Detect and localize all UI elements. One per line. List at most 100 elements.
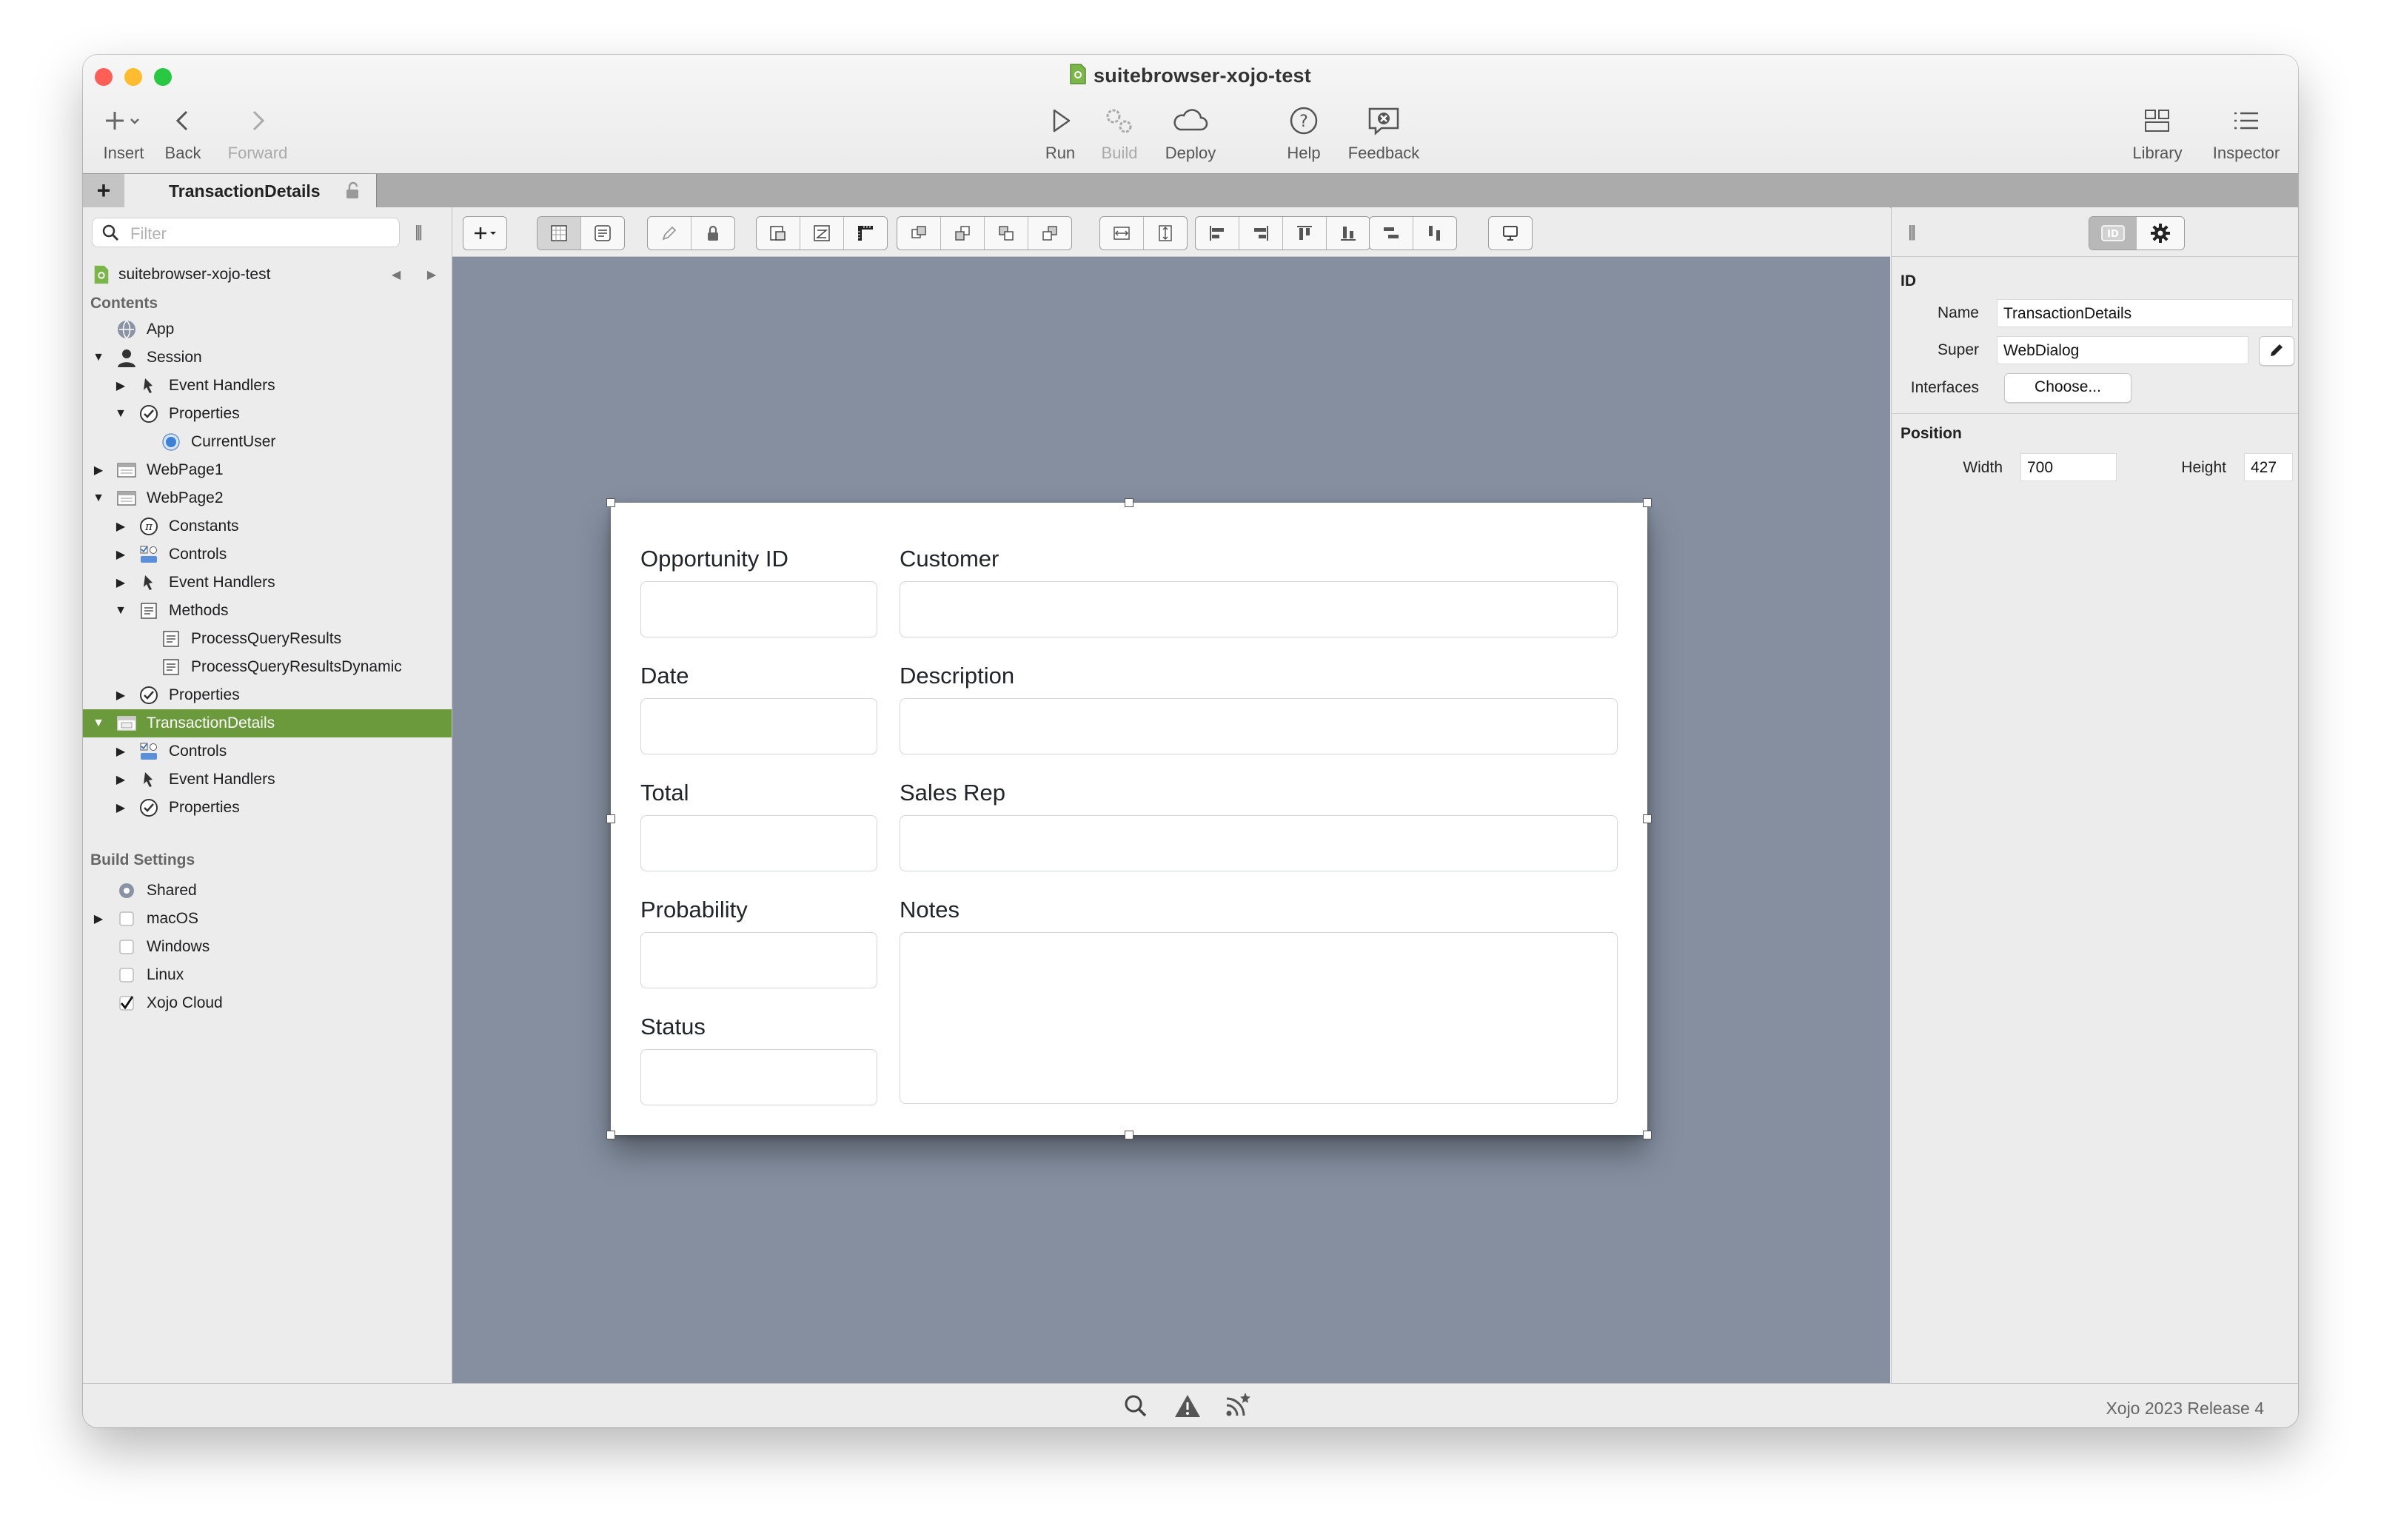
disclosure-open-icon[interactable]: ▼ xyxy=(114,604,127,617)
webdialog-preview[interactable]: Opportunity ID Date Total Probability St… xyxy=(606,498,1652,1139)
nav-build-windows[interactable]: Windows xyxy=(83,933,452,961)
edit-super-button[interactable] xyxy=(2259,336,2294,366)
name-field[interactable]: TransactionDetails xyxy=(1997,299,2293,327)
help-button[interactable]: ? Help xyxy=(1263,101,1344,163)
forward-button[interactable]: Forward xyxy=(217,101,298,163)
disclosure-closed-icon[interactable]: ▶ xyxy=(114,548,127,561)
disclosure-closed-icon[interactable]: ▶ xyxy=(114,773,127,786)
disclosure-closed-icon[interactable]: ▶ xyxy=(114,689,127,702)
nav-back-arrow-icon[interactable]: ◀ xyxy=(389,268,403,281)
layout-view-button[interactable] xyxy=(538,217,581,250)
description-field[interactable] xyxy=(900,698,1618,754)
sales-rep-field[interactable] xyxy=(900,815,1618,871)
height-field[interactable]: 427 xyxy=(2244,453,2293,481)
filter-field[interactable]: Filter xyxy=(92,218,400,247)
deploy-button[interactable]: Deploy xyxy=(1150,101,1231,163)
nav-item-webpage2-properties[interactable]: ▶ Properties xyxy=(83,681,452,709)
messages-feed-icon[interactable] xyxy=(1223,1391,1253,1423)
super-field[interactable]: WebDialog xyxy=(1997,336,2248,364)
notes-textarea[interactable] xyxy=(900,932,1618,1104)
disclosure-open-icon[interactable]: ▼ xyxy=(92,492,105,505)
nav-item-methods[interactable]: ▼ Methods xyxy=(83,597,452,625)
search-icon[interactable] xyxy=(1122,1393,1149,1423)
align-left-button[interactable] xyxy=(1196,217,1239,250)
nav-forward-arrow-icon[interactable]: ▶ xyxy=(425,268,438,281)
align-right-button[interactable] xyxy=(1239,217,1283,250)
space-vertical-button[interactable] xyxy=(1144,217,1187,250)
resize-handle-top-right[interactable] xyxy=(1643,498,1652,507)
probability-field[interactable] xyxy=(640,932,877,988)
send-back-button[interactable] xyxy=(1028,217,1071,250)
nav-item-webpage2-event-handlers[interactable]: ▶ Event Handlers xyxy=(83,569,452,597)
nav-item-constants[interactable]: ▶ π Constants xyxy=(83,512,452,540)
resize-handle-bottom-right[interactable] xyxy=(1643,1131,1652,1139)
library-button[interactable]: Library xyxy=(2117,101,2198,163)
tab-order-button[interactable] xyxy=(800,217,844,250)
tab-transactiondetails[interactable]: TransactionDetails xyxy=(124,174,377,208)
unchecked-checkbox-icon[interactable] xyxy=(115,964,138,986)
resize-handle-top[interactable] xyxy=(1125,498,1133,507)
nav-build-shared[interactable]: Shared xyxy=(83,877,452,905)
align-top-button[interactable] xyxy=(1283,217,1327,250)
nav-item-currentuser[interactable]: CurrentUser xyxy=(83,428,452,456)
resize-handle-left[interactable] xyxy=(606,814,615,823)
id-tab-button[interactable]: ID xyxy=(2089,217,2137,250)
device-preview-button[interactable] xyxy=(1489,217,1532,250)
width-field[interactable]: 700 xyxy=(2020,453,2117,481)
unchecked-checkbox-icon[interactable] xyxy=(115,936,138,958)
nav-item-webpage2-controls[interactable]: ▶ Controls xyxy=(83,540,452,569)
disclosure-closed-icon[interactable]: ▶ xyxy=(114,576,127,589)
nav-item-session-event-handlers[interactable]: ▶ Event Handlers xyxy=(83,372,452,400)
date-field[interactable] xyxy=(640,698,877,754)
embed-container-button[interactable] xyxy=(757,217,800,250)
disclosure-closed-icon[interactable]: ▶ xyxy=(92,463,105,477)
add-tab-button[interactable]: + xyxy=(83,174,125,208)
center-vertical-button[interactable] xyxy=(1413,217,1456,250)
disclosure-closed-icon[interactable]: ▶ xyxy=(114,745,127,758)
gear-tab-button[interactable] xyxy=(2137,217,2184,250)
customer-field[interactable] xyxy=(900,581,1618,637)
edit-pencil-button[interactable] xyxy=(648,217,691,250)
opportunity-id-field[interactable] xyxy=(640,581,877,637)
nav-item-session[interactable]: ▼ Session xyxy=(83,344,452,372)
status-field[interactable] xyxy=(640,1049,877,1105)
code-view-button[interactable] xyxy=(581,217,624,250)
layout-canvas[interactable]: Opportunity ID Date Total Probability St… xyxy=(452,257,1890,1383)
nav-item-transactiondetails-event-handlers[interactable]: ▶ Event Handlers xyxy=(83,766,452,794)
nav-item-transactiondetails[interactable]: ▼ TransactionDetails xyxy=(83,709,452,737)
resize-handle-bottom[interactable] xyxy=(1125,1131,1133,1139)
disclosure-closed-icon[interactable]: ▶ xyxy=(114,379,127,392)
resize-handle-top-left[interactable] xyxy=(606,498,615,507)
send-backward-button[interactable] xyxy=(985,217,1028,250)
choose-interfaces-button[interactable]: Choose... xyxy=(2004,373,2131,403)
nav-item-app[interactable]: App xyxy=(83,315,452,344)
disclosure-open-icon[interactable]: ▼ xyxy=(114,407,127,421)
bring-front-button[interactable] xyxy=(897,217,941,250)
nav-item-webpage1[interactable]: ▶ WebPage1 xyxy=(83,456,452,484)
nav-build-linux[interactable]: Linux xyxy=(83,961,452,989)
nav-item-webpage2[interactable]: ▼ WebPage2 xyxy=(83,484,452,512)
disclosure-open-icon[interactable]: ▼ xyxy=(92,351,105,364)
pane-grip-icon[interactable]: ||| xyxy=(1908,222,1916,241)
resize-handle-bottom-left[interactable] xyxy=(606,1131,615,1139)
feedback-button[interactable]: Feedback xyxy=(1343,101,1424,163)
nav-item-transactiondetails-controls[interactable]: ▶ Controls xyxy=(83,737,452,766)
disclosure-closed-icon[interactable]: ▶ xyxy=(92,912,105,925)
resize-handle-right[interactable] xyxy=(1643,814,1652,823)
nav-item-session-properties[interactable]: ▼ Properties xyxy=(83,400,452,428)
center-horizontal-button[interactable] xyxy=(1370,217,1413,250)
nav-item-transactiondetails-properties[interactable]: ▶ Properties xyxy=(83,794,452,822)
back-button[interactable]: Back xyxy=(142,101,224,163)
disclosure-closed-icon[interactable]: ▶ xyxy=(114,801,127,814)
align-bottom-button[interactable] xyxy=(1327,217,1370,250)
ruler-button[interactable] xyxy=(844,217,887,250)
pane-grip-icon[interactable]: ||| xyxy=(415,222,423,241)
nav-item-processqueryresults[interactable]: ProcessQueryResults xyxy=(83,625,452,653)
unchecked-checkbox-icon[interactable] xyxy=(115,908,138,930)
nav-build-macos[interactable]: ▶ macOS xyxy=(83,905,452,933)
build-button[interactable]: Build xyxy=(1079,101,1160,163)
lock-button[interactable] xyxy=(691,217,734,250)
nav-build-xojo-cloud[interactable]: Xojo Cloud xyxy=(83,989,452,1017)
bring-forward-button[interactable] xyxy=(941,217,985,250)
inspector-button[interactable]: Inspector xyxy=(2206,101,2287,163)
